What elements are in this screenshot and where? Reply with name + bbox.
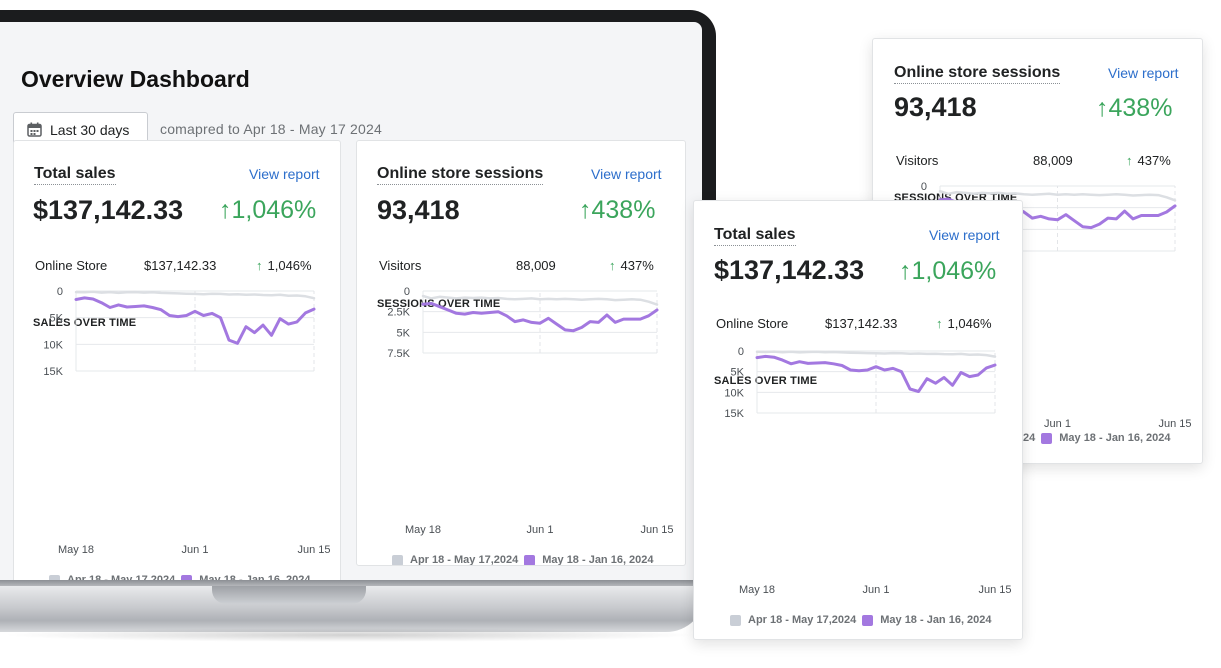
legend-label-current: May 18 - Jan 16, 2024 — [1059, 432, 1171, 444]
dashboard-marketing-scene: Overview Dashboard Last 30 days comapred… — [0, 0, 1221, 668]
total-sales-card: Total sales View report $137,142.33 ↑1,0… — [13, 140, 341, 582]
legend-label-current: May 18 - Jan 16, 2024 — [542, 554, 654, 566]
legend-swatch-current — [524, 554, 536, 565]
y-tick-label: 10K — [43, 339, 63, 351]
x-tick-label: May 18 — [58, 544, 94, 556]
y-tick-label: 15K — [724, 408, 744, 420]
y-tick-label: 0 — [921, 181, 927, 193]
x-tick-label: Jun 1 — [863, 584, 890, 596]
x-tick-label: Jun 1 — [527, 524, 554, 536]
comparison-text: comapred to Apr 18 - May 17 2024 — [160, 121, 382, 137]
legend-swatch-previous — [392, 554, 403, 565]
y-tick-label: 10K — [724, 387, 744, 399]
chart-legend: Apr 18 - May 17,2024 May 18 - Jan 16, 20… — [730, 614, 992, 626]
y-tick-label: 7.5K — [387, 348, 410, 360]
laptop-screen: Overview Dashboard Last 30 days comapred… — [0, 22, 702, 582]
laptop-shadow — [0, 628, 700, 642]
y-tick-label: 5K — [50, 313, 64, 325]
x-tick-label: Jun 15 — [297, 544, 330, 556]
calendar-icon — [27, 122, 42, 137]
y-tick-label: 5K — [731, 367, 745, 379]
y-tick-label: 0 — [738, 346, 744, 358]
legend-swatch-current — [1041, 432, 1053, 444]
x-tick-label: Jun 1 — [182, 544, 209, 556]
legend-swatch-current — [862, 614, 874, 626]
x-tick-label: Jun 15 — [640, 524, 673, 536]
floating-total-sales-card: Total sales View report $137,142.33 ↑1,0… — [693, 200, 1023, 640]
legend-label-previous: Apr 18 - May 17,2024 — [410, 554, 519, 566]
x-tick-label: May 18 — [739, 584, 775, 596]
y-tick-label: 0 — [57, 286, 63, 298]
legend-label-previous: Apr 18 - May 17,2024 — [748, 614, 857, 626]
y-tick-label: 0 — [404, 286, 410, 298]
page-title: Overview Dashboard — [21, 66, 250, 92]
online-store-sessions-card: Online store sessions View report 93,418… — [356, 140, 686, 566]
x-tick-label: Jun 15 — [1158, 418, 1191, 430]
legend-swatch-previous — [730, 614, 741, 626]
x-tick-label: Jun 1 — [1044, 418, 1071, 430]
chart-legend: Apr 18 - May 17,2024 May 18 - Jan 16, 20… — [392, 554, 654, 566]
x-tick-label: Jun 15 — [978, 584, 1011, 596]
y-tick-label: 2.5K — [387, 307, 410, 319]
date-range-label: Last 30 days — [50, 121, 130, 138]
legend-label-current: May 18 - Jan 16, 2024 — [880, 614, 992, 626]
y-tick-label: 15K — [43, 366, 63, 378]
sales-over-time-chart: 15K 10K 5K 0 May 18 Jun 1 Jun 15 — [724, 346, 1011, 596]
laptop-notch — [212, 586, 366, 604]
sales-over-time-chart: 15K 10K 5K 0 May 18 Jun 1 Jun 15 — [43, 286, 330, 556]
x-tick-label: May 18 — [405, 524, 441, 536]
y-tick-label: 5K — [397, 327, 411, 339]
sessions-over-time-chart: 7.5K 5K 2.5K 0 May 18 Jun 1 Jun 15 — [387, 286, 673, 536]
